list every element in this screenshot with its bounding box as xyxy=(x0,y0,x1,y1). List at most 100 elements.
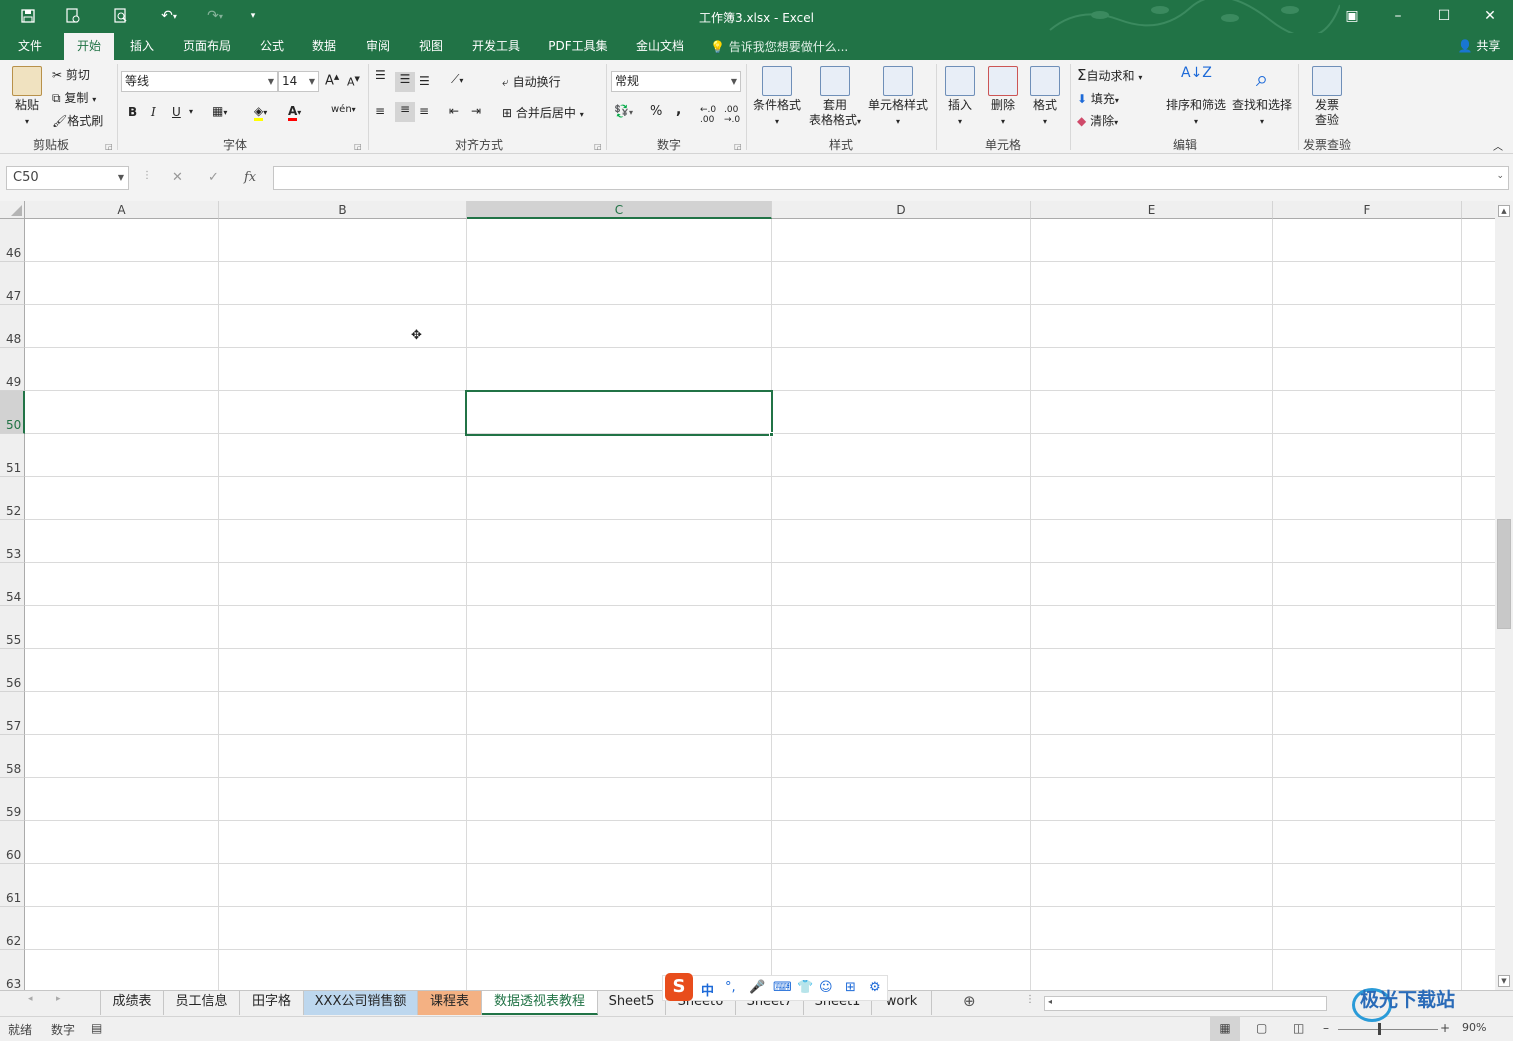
worksheet-grid[interactable]: A B C D E F 46 47 48 49 50 51 52 53 54 5… xyxy=(0,201,1495,990)
font-color-icon[interactable]: A▾ xyxy=(288,104,301,121)
row-header-61[interactable]: 61 xyxy=(0,864,25,907)
align-top-icon[interactable]: ☰ xyxy=(375,68,386,82)
paste-button[interactable]: 粘贴 ▾ xyxy=(10,66,44,129)
underline-button[interactable]: U xyxy=(172,105,181,119)
sheet-tab-staff[interactable]: 员工信息 xyxy=(164,991,240,1015)
format-painter-button[interactable]: 🖌格式刷 xyxy=(52,112,103,129)
microphone-icon[interactable]: 🎤 xyxy=(749,980,765,995)
row-header-62[interactable]: 62 xyxy=(0,907,25,950)
orientation-icon[interactable]: ⟋▾ xyxy=(451,72,463,87)
collapse-ribbon-icon[interactable]: ︿ xyxy=(1493,138,1503,153)
sheet-tab-sales[interactable]: XXX公司销售额 xyxy=(304,991,418,1015)
tab-scroll-left-icon[interactable]: ◂ xyxy=(28,994,33,1004)
column-header-c[interactable]: C xyxy=(467,201,772,219)
column-header-d[interactable]: D xyxy=(772,201,1031,219)
tab-formulas[interactable]: 公式 xyxy=(252,33,292,60)
format-as-table-button[interactable]: 套用 表格格式▾ xyxy=(806,66,864,129)
delete-cells-button[interactable]: 删除 ▾ xyxy=(984,66,1022,129)
tab-file[interactable]: 文件 xyxy=(8,33,52,60)
row-header-49[interactable]: 49 xyxy=(0,348,25,391)
tab-data[interactable]: 数据 xyxy=(304,33,344,60)
formula-input[interactable]: ⌄ xyxy=(273,166,1509,190)
row-header-54[interactable]: 54 xyxy=(0,563,25,606)
row-header-63[interactable]: 63 xyxy=(0,950,25,990)
phonetic-icon[interactable]: wén▾ xyxy=(331,104,356,115)
tab-scroll-right-icon[interactable]: ▸ xyxy=(56,994,61,1004)
tab-view[interactable]: 视图 xyxy=(411,33,451,60)
column-header-f[interactable]: F xyxy=(1273,201,1462,219)
align-right-icon[interactable]: ≡ xyxy=(419,104,429,118)
page-break-view-icon[interactable]: ◫ xyxy=(1293,1021,1304,1035)
settings-icon[interactable]: ⚙ xyxy=(869,980,881,995)
ime-toolbar[interactable]: S 中 °, 🎤 ⌨ 👕 ☺ ⊞ ⚙ xyxy=(662,973,888,1001)
align-left-icon[interactable]: ≡ xyxy=(375,104,385,118)
skin-icon[interactable]: 👕 xyxy=(797,980,813,995)
align-center-icon[interactable]: ≡ xyxy=(395,102,415,122)
font-size-select[interactable]: 14 ▼ xyxy=(278,71,319,92)
fill-button[interactable]: ⬇ 填充▾ xyxy=(1077,90,1119,107)
maximize-icon[interactable]: ☐ xyxy=(1429,4,1459,28)
sort-filter-button[interactable]: A↓Z 排序和筛选 ▾ xyxy=(1164,66,1228,129)
column-header-e[interactable]: E xyxy=(1031,201,1273,219)
wrap-text-button[interactable]: ⤶ 自动换行 xyxy=(502,73,561,90)
increase-decimal-icon[interactable]: ←.0.00 xyxy=(700,105,716,125)
row-header-60[interactable]: 60 xyxy=(0,821,25,864)
row-header-50[interactable]: 50 xyxy=(0,391,25,434)
find-select-button[interactable]: ⌕ 查找和选择 ▾ xyxy=(1230,66,1294,129)
row-header-55[interactable]: 55 xyxy=(0,606,25,649)
sheet-tab-pivot-tutorial[interactable]: 数据透视表教程 xyxy=(482,991,598,1015)
tab-kdocs[interactable]: 金山文档 xyxy=(628,33,692,60)
comma-button[interactable]: , xyxy=(676,102,681,118)
sheet-tab-grades[interactable]: 成绩表 xyxy=(100,991,164,1015)
percent-button[interactable]: % xyxy=(650,104,662,119)
merge-center-button[interactable]: ⊞ 合并后居中 ▾ xyxy=(502,104,584,121)
increase-indent-icon[interactable]: ⇥ xyxy=(471,104,481,118)
ime-lang[interactable]: 中 xyxy=(701,980,714,999)
tab-developer[interactable]: 开发工具 xyxy=(463,33,529,60)
emoji-icon[interactable]: ☺ xyxy=(819,980,833,995)
tab-insert[interactable]: 插入 xyxy=(122,33,162,60)
row-header-58[interactable]: 58 xyxy=(0,735,25,778)
punctuation-icon[interactable]: °, xyxy=(725,980,736,995)
tab-home[interactable]: 开始 xyxy=(64,33,114,60)
increase-font-icon[interactable]: A▲ xyxy=(325,73,339,88)
row-header-52[interactable]: 52 xyxy=(0,477,25,520)
cut-button[interactable]: ✂ 剪切 xyxy=(52,66,90,83)
number-format-select[interactable]: 常规 ▼ xyxy=(611,71,741,92)
vertical-scrollbar[interactable]: ▲ ▼ xyxy=(1495,201,1513,990)
zoom-slider[interactable] xyxy=(1338,1029,1438,1030)
italic-button[interactable]: I xyxy=(151,105,156,119)
macro-record-icon[interactable]: ▤ xyxy=(91,1021,102,1035)
font-launcher-icon[interactable]: ◲ xyxy=(354,142,362,151)
autosum-button[interactable]: Σ自动求和 ▾ xyxy=(1077,66,1142,84)
border-icon[interactable]: ▦▾ xyxy=(212,104,227,118)
tab-page-layout[interactable]: 页面布局 xyxy=(174,33,240,60)
row-header-46[interactable]: 46 xyxy=(0,219,25,262)
conditional-format-button[interactable]: 条件格式 ▾ xyxy=(750,66,804,129)
alignment-launcher-icon[interactable]: ◲ xyxy=(594,142,602,151)
row-header-56[interactable]: 56 xyxy=(0,649,25,692)
share-button[interactable]: 👤 共享 xyxy=(1448,35,1510,58)
copy-button[interactable]: ⧉ 复制 ▾ xyxy=(52,89,96,106)
active-cell-c50[interactable] xyxy=(465,390,773,436)
horizontal-scrollbar[interactable]: ◂ xyxy=(1044,996,1327,1011)
minimize-icon[interactable]: – xyxy=(1383,4,1413,28)
bold-button[interactable]: B xyxy=(128,105,137,119)
font-name-select[interactable]: 等线 ▼ xyxy=(121,71,278,92)
align-bottom-icon[interactable]: ☰ xyxy=(419,74,430,88)
name-box[interactable]: C50 ▼ xyxy=(6,166,129,190)
number-launcher-icon[interactable]: ◲ xyxy=(734,142,742,151)
row-header-47[interactable]: 47 xyxy=(0,262,25,305)
toolbox-icon[interactable]: ⊞ xyxy=(845,980,856,995)
tab-pdf-tools[interactable]: PDF工具集 xyxy=(542,33,614,60)
decrease-font-icon[interactable]: A▼ xyxy=(347,75,360,89)
clipboard-launcher-icon[interactable]: ◲ xyxy=(105,142,113,151)
clear-button[interactable]: ◆ 清除▾ xyxy=(1077,112,1118,129)
tab-review[interactable]: 审阅 xyxy=(358,33,398,60)
invoice-check-button[interactable]: 发票 查验 xyxy=(1305,66,1349,128)
decrease-decimal-icon[interactable]: .00 →.0 xyxy=(724,105,740,125)
zoom-in-icon[interactable]: + xyxy=(1440,1021,1450,1035)
decrease-indent-icon[interactable]: ⇤ xyxy=(449,104,459,118)
enter-entry-icon[interactable]: ✓ xyxy=(208,170,219,185)
tell-me-box[interactable]: 💡 告诉我您想要做什么... xyxy=(710,38,848,55)
